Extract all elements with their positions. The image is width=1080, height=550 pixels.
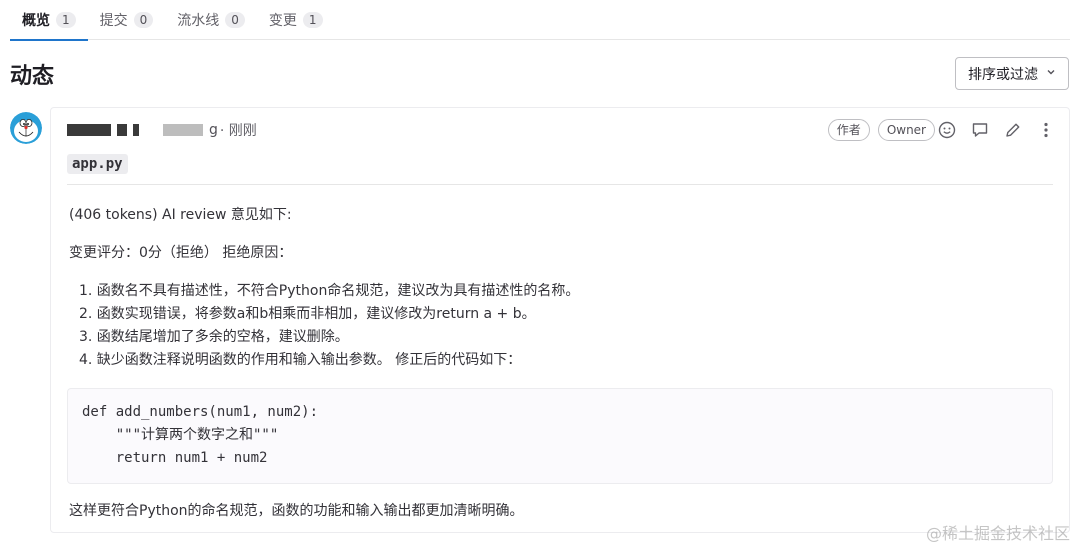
tab-label: 流水线 [177, 13, 220, 29]
list-item: 4. 缺少函数注释说明函数的作用和输入输出参数。 修正后的代码如下： [79, 352, 522, 368]
code-line: def add_numbers(num1, num2): [82, 404, 319, 420]
comment-icon[interactable] [968, 118, 991, 141]
tab-overview[interactable]: 概览 1 [10, 0, 88, 41]
list-item: 3. 函数结尾增加了多余的空格，建议删除。 [79, 329, 349, 345]
code-line: """计算两个数字之和""" [82, 427, 279, 443]
note-author-line: g · 刚刚 [67, 120, 257, 140]
doraemon-avatar-icon [10, 112, 42, 144]
tab-count-badge: 0 [225, 12, 245, 28]
tab-label: 概览 [22, 13, 50, 29]
avatar[interactable] [10, 112, 42, 144]
review-conclusion: 这样更符合Python的命名规范，函数的功能和输入输出都更加清晰明确。 [69, 503, 524, 519]
page-title: 动态 [10, 64, 55, 89]
tab-count-badge: 0 [133, 12, 154, 28]
tab-count-badge: 1 [302, 12, 323, 28]
tab-pipelines[interactable]: 流水线 0 [165, 0, 257, 40]
redacted-author-name [67, 124, 111, 136]
file-name-label: app.py [67, 154, 128, 174]
ai-review-note: g · 刚刚 作者 Owner app.py (406 tokens) AI r… [50, 107, 1070, 533]
tab-commits[interactable]: 提交 0 [88, 0, 166, 40]
review-intro: (406 tokens) AI review 意见如下: [69, 207, 292, 223]
list-item: 1. 函数名不具有描述性，不符合Python命名规范，建议改为具有描述性的名称。 [79, 283, 580, 299]
redacted-author-name [133, 124, 139, 136]
watermark: @稀土掘金技术社区 [925, 524, 1070, 543]
list-item: 2. 函数实现错误，将参数a和b相乘而非相加，建议修改为return a + b… [79, 306, 536, 322]
tab-count-badge: 1 [56, 12, 76, 28]
tab-label: 提交 [99, 13, 128, 29]
divider [67, 184, 1053, 185]
tab-changes[interactable]: 变更 1 [257, 0, 335, 40]
code-line: return num1 + num2 [82, 450, 268, 466]
smiley-icon[interactable] [935, 118, 958, 141]
author-username-suffix: g [209, 122, 218, 138]
redacted-username [163, 124, 203, 136]
pencil-icon[interactable] [1001, 118, 1024, 141]
review-score: 变更评分：0分（拒绝） 拒绝原因： [69, 245, 293, 261]
rejection-reasons-list: 1. 函数名不具有描述性，不符合Python命名规范，建议改为具有描述性的名称。… [79, 280, 579, 372]
chevron-down-icon [1046, 67, 1056, 80]
more-vertical-icon[interactable] [1034, 118, 1057, 141]
sort-filter-label: 排序或过滤 [968, 66, 1038, 83]
sort-filter-dropdown[interactable]: 排序或过滤 [955, 57, 1069, 90]
redacted-author-name [117, 124, 127, 136]
author-badge: 作者 [827, 119, 870, 141]
code-block[interactable]: def add_numbers(num1, num2): """计算两个数字之和… [67, 388, 1053, 484]
tab-label: 变更 [268, 13, 297, 29]
merge-request-tabs: 概览 1 提交 0 流水线 0 变更 1 [10, 0, 1070, 41]
role-badge: Owner [877, 119, 935, 141]
note-timestamp[interactable]: · 刚刚 [220, 120, 257, 140]
